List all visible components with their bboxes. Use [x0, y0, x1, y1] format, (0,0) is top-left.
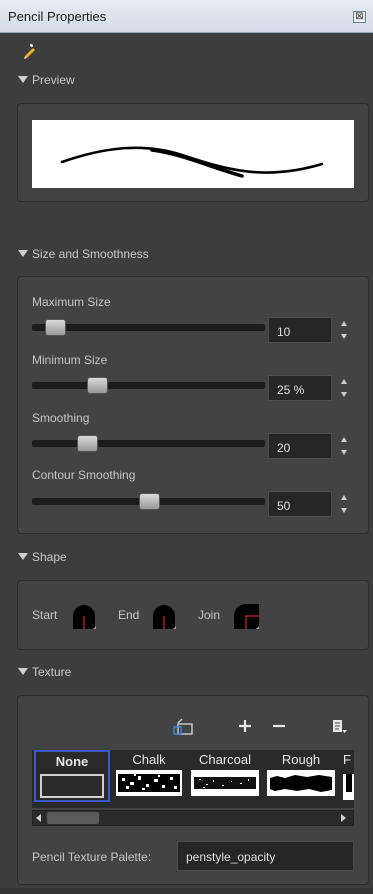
texture-name-partial: F	[343, 752, 351, 767]
texture-name-charcoal: Charcoal	[198, 752, 252, 767]
minimum-size-label: Minimum Size	[32, 353, 108, 367]
collapse-triangle-icon	[18, 250, 28, 257]
join-label: Join	[198, 608, 221, 622]
scroll-right-icon[interactable]	[341, 814, 346, 822]
scroll-left-icon[interactable]	[36, 814, 41, 822]
pencil-texture-palette-field[interactable]: penstyle_opacity	[177, 841, 354, 871]
texture-section-label: Texture	[32, 665, 72, 679]
plus-icon[interactable]	[236, 717, 254, 735]
smoothing-slider[interactable]	[32, 440, 265, 447]
contour-smoothing-spinner[interactable]	[338, 491, 350, 517]
texture-name-none: None	[55, 754, 89, 769]
size-section-header[interactable]: Size and Smoothness	[18, 247, 149, 263]
smoothing-spinner[interactable]	[338, 433, 350, 459]
texture-swatch-partial	[343, 774, 354, 800]
collapse-triangle-icon	[18, 76, 28, 83]
texture-tile-none[interactable]: None	[34, 750, 110, 802]
minimum-size-slider[interactable]	[32, 382, 265, 389]
spin-down-icon[interactable]	[341, 392, 347, 397]
spin-up-icon[interactable]	[341, 379, 347, 384]
contour-smoothing-slider-thumb[interactable]	[139, 493, 160, 510]
collapse-triangle-icon	[18, 553, 28, 560]
spin-down-icon[interactable]	[341, 450, 347, 455]
spin-up-icon[interactable]	[341, 437, 347, 442]
spin-down-icon[interactable]	[341, 334, 347, 339]
maximum-size-field[interactable]: 10	[268, 317, 332, 343]
smoothing-slider-thumb[interactable]	[77, 435, 98, 452]
spin-up-icon[interactable]	[341, 321, 347, 326]
texture-tile-partial[interactable]: F	[343, 752, 354, 800]
end-cap-round-icon[interactable]	[150, 602, 178, 630]
title-bar: Pencil Properties ⊠	[0, 0, 373, 33]
minimum-size-slider-thumb[interactable]	[87, 377, 108, 394]
maximum-size-slider[interactable]	[32, 324, 265, 331]
texture-section-header[interactable]: Texture	[18, 665, 71, 681]
texture-swatch-charcoal	[191, 770, 259, 796]
texture-tile-chalk[interactable]: Chalk	[116, 752, 182, 800]
smoothing-label: Smoothing	[32, 411, 90, 425]
spin-down-icon[interactable]	[341, 508, 347, 513]
spin-up-icon[interactable]	[341, 495, 347, 500]
window-bottom-edge	[0, 888, 373, 894]
texture-swatch-chalk	[116, 770, 182, 796]
contour-smoothing-field[interactable]: 50	[268, 491, 332, 517]
stroke-preview	[32, 120, 354, 188]
shape-section-label: Shape	[32, 550, 67, 564]
minimum-size-spinner[interactable]	[338, 375, 350, 401]
minimum-size-field[interactable]: 25 %	[268, 375, 332, 401]
texture-tile-charcoal[interactable]: Charcoal	[191, 752, 259, 800]
start-cap-round-icon[interactable]	[70, 602, 98, 630]
texture-name-chalk: Chalk	[132, 752, 166, 767]
start-label: Start	[32, 608, 58, 622]
window-title: Pencil Properties	[8, 9, 107, 24]
pencil-add-icon[interactable]	[22, 43, 38, 62]
maximum-size-spinner[interactable]	[338, 317, 350, 343]
menu-icon[interactable]	[330, 718, 348, 736]
contour-smoothing-label: Contour Smoothing	[32, 468, 136, 482]
join-round-icon[interactable]	[232, 602, 260, 630]
scrollbar-thumb[interactable]	[47, 812, 99, 824]
preview-section-header[interactable]: Preview	[18, 73, 75, 89]
texture-tile-rough[interactable]: Rough	[267, 752, 335, 800]
texture-horizontal-scrollbar[interactable]	[32, 810, 354, 826]
texture-name-rough: Rough	[281, 752, 321, 767]
minus-icon[interactable]	[270, 717, 288, 735]
texture-swatch-rough	[267, 770, 335, 796]
preview-label: Preview	[32, 73, 75, 87]
end-label: End	[118, 608, 140, 622]
size-section-label: Size and Smoothness	[32, 247, 149, 261]
smoothing-field[interactable]: 20	[268, 433, 332, 459]
stroke-preview-curve	[60, 146, 324, 178]
collapse-triangle-icon	[18, 668, 28, 675]
maximum-size-slider-thumb[interactable]	[45, 319, 66, 336]
shape-section-header[interactable]: Shape	[18, 550, 67, 566]
texture-swatch-none	[40, 774, 104, 798]
close-button[interactable]: ⊠	[353, 11, 366, 23]
maximum-size-label: Maximum Size	[32, 295, 111, 309]
import-texture-icon[interactable]	[172, 718, 194, 736]
pencil-texture-palette-label: Pencil Texture Palette:	[32, 850, 152, 864]
